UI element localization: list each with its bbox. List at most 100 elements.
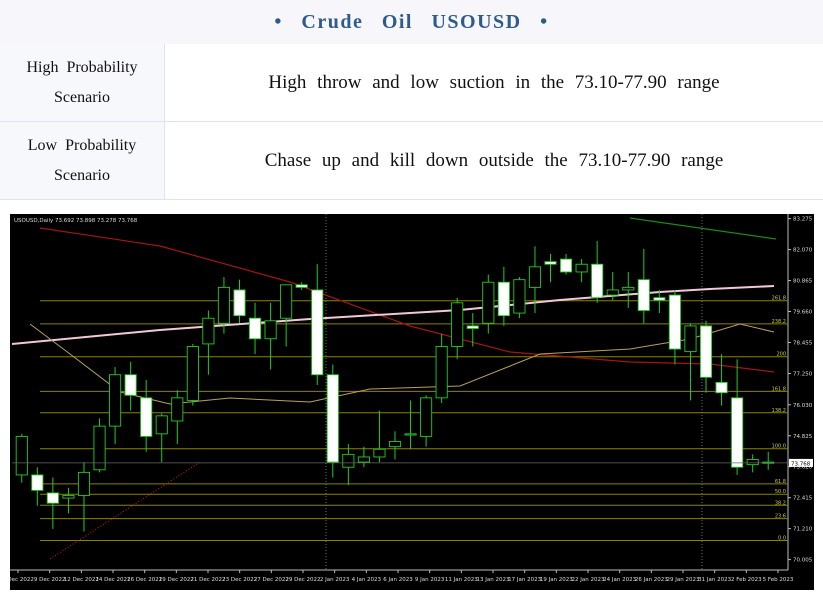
fib-level-label: 50.0	[775, 489, 786, 495]
x-tick-label: 21 Dec 2022	[190, 577, 225, 583]
candle-body	[529, 267, 540, 288]
candle-body	[700, 326, 711, 377]
chart-info-label: USOUSD,Daily 73.692 73.898 73.278 73.768	[14, 218, 138, 224]
candle-body	[32, 475, 43, 490]
x-tick-label: 26 Jan 2023	[635, 577, 668, 583]
y-tick-label: 76.030	[793, 403, 813, 409]
x-tick-label: 11 Jan 2023	[445, 577, 478, 583]
x-tick-label: 23 Dec 2022	[222, 577, 257, 583]
candle-body	[436, 346, 447, 397]
scenario-label-high: High Probability Scenario	[0, 44, 165, 122]
candle-body	[452, 303, 463, 347]
scenario-row-high: High Probability Scenario High throw and…	[0, 44, 823, 122]
candle-body	[732, 398, 743, 467]
candle-body	[203, 318, 214, 344]
x-tick-label: 6 Jan 2023	[383, 577, 413, 583]
fib-level-label: 0.0	[778, 535, 786, 541]
x-tick-label: 22 Jan 2023	[572, 577, 605, 583]
x-tick-label: 27 Dec 2022	[254, 577, 289, 583]
x-tick-label: 16 Dec 2022	[127, 577, 162, 583]
scenario-table: High Probability Scenario High throw and…	[0, 44, 823, 200]
candle-body	[296, 285, 307, 288]
x-tick-label: 9 Dec 2022	[34, 577, 66, 583]
scenario-text-high: High throw and low suction in the 73.10-…	[165, 44, 823, 122]
candle-body	[187, 346, 198, 400]
candle-body	[685, 326, 696, 352]
candle-body	[483, 282, 494, 323]
candle-body	[592, 264, 603, 297]
y-tick-label: 72.415	[793, 496, 813, 502]
x-tick-label: 7 Dec 2022	[10, 577, 34, 583]
candle-body	[218, 287, 229, 323]
candle-body	[234, 290, 245, 316]
scenario-label-line2: Scenario	[54, 167, 110, 184]
fib-level-label: 238.2	[772, 319, 786, 325]
x-tick-label: 4 Jan 2023	[352, 577, 382, 583]
candle-body	[358, 457, 369, 462]
candle-body	[125, 375, 136, 396]
candle-body	[141, 398, 152, 437]
y-tick-label: 71.210	[793, 527, 813, 533]
candle-body	[576, 264, 587, 272]
candle-body	[265, 321, 276, 339]
x-tick-label: 9 Jan 2023	[415, 577, 445, 583]
candle-body	[545, 262, 556, 265]
fib-level-label: 138.2	[772, 408, 786, 414]
moving-average-tan	[30, 324, 774, 404]
current-price-label: 73.768	[791, 461, 811, 467]
fib-level-label: 200	[776, 352, 786, 358]
trend-line	[50, 462, 200, 559]
candle-body	[623, 287, 634, 290]
x-tick-label: 5 Feb 2023	[763, 577, 794, 583]
candle-body	[405, 434, 416, 435]
x-tick-label: 2 Jan 2023	[320, 577, 350, 583]
candle-body	[327, 375, 338, 462]
fib-level-label: 23.6	[775, 514, 786, 520]
scenario-text-low: Chase up and kill down outside the 73.10…	[165, 122, 823, 200]
fib-level-label: 261.8	[772, 296, 786, 302]
candle-body	[281, 285, 292, 318]
candle-body	[716, 382, 727, 392]
candle-body	[249, 318, 260, 339]
fib-level-label: 161.8	[772, 386, 786, 392]
y-tick-label: 70.005	[793, 558, 813, 564]
candle-body	[47, 493, 58, 503]
y-tick-label: 82.070	[793, 248, 813, 254]
candle-body	[172, 398, 183, 421]
x-tick-label: 14 Dec 2022	[95, 577, 130, 583]
candle-body	[747, 460, 758, 465]
y-tick-label: 78.455	[793, 340, 813, 346]
candle-body	[467, 326, 478, 329]
scenario-label-line1: Low Probability	[28, 137, 136, 154]
candle-body	[63, 495, 74, 498]
candle-body	[654, 298, 665, 301]
candle-body	[343, 454, 354, 467]
candle-body	[109, 375, 120, 426]
x-tick-label: 17 Jan 2023	[508, 577, 541, 583]
scenario-label-line1: High Probability	[26, 59, 137, 76]
x-tick-label: 29 Jan 2023	[667, 577, 700, 583]
y-tick-label: 77.250	[793, 371, 813, 377]
scenario-label-low: Low Probability Scenario	[0, 122, 165, 200]
candle-body	[560, 259, 571, 272]
candlestick-chart-svg[interactable]: 261.8238.2200161.8138.2100.061.850.038.2…	[10, 214, 814, 590]
candle-body	[156, 416, 167, 434]
fib-level-label: 61.8	[775, 479, 786, 485]
candle-body	[78, 472, 89, 495]
candle-body	[498, 282, 509, 315]
x-tick-label: 19 Dec 2022	[159, 577, 194, 583]
page-title: • Crude Oil USOUSD •	[274, 11, 548, 34]
candle-body	[421, 398, 432, 437]
candle-body	[389, 442, 400, 447]
scenario-label-line2: Scenario	[54, 89, 110, 106]
x-tick-label: 31 Jan 2023	[698, 577, 731, 583]
x-tick-label: 13 Jan 2023	[477, 577, 510, 583]
scenario-row-low: Low Probability Scenario Chase up and ki…	[0, 122, 823, 200]
x-tick-label: 12 Dec 2022	[64, 577, 99, 583]
price-chart[interactable]: 261.8238.2200161.8138.2100.061.850.038.2…	[10, 214, 814, 590]
candle-body	[669, 295, 680, 349]
candle-body	[312, 290, 323, 375]
y-tick-label: 80.865	[793, 279, 813, 285]
y-tick-label: 83.275	[793, 217, 813, 223]
candle-body	[607, 290, 618, 295]
